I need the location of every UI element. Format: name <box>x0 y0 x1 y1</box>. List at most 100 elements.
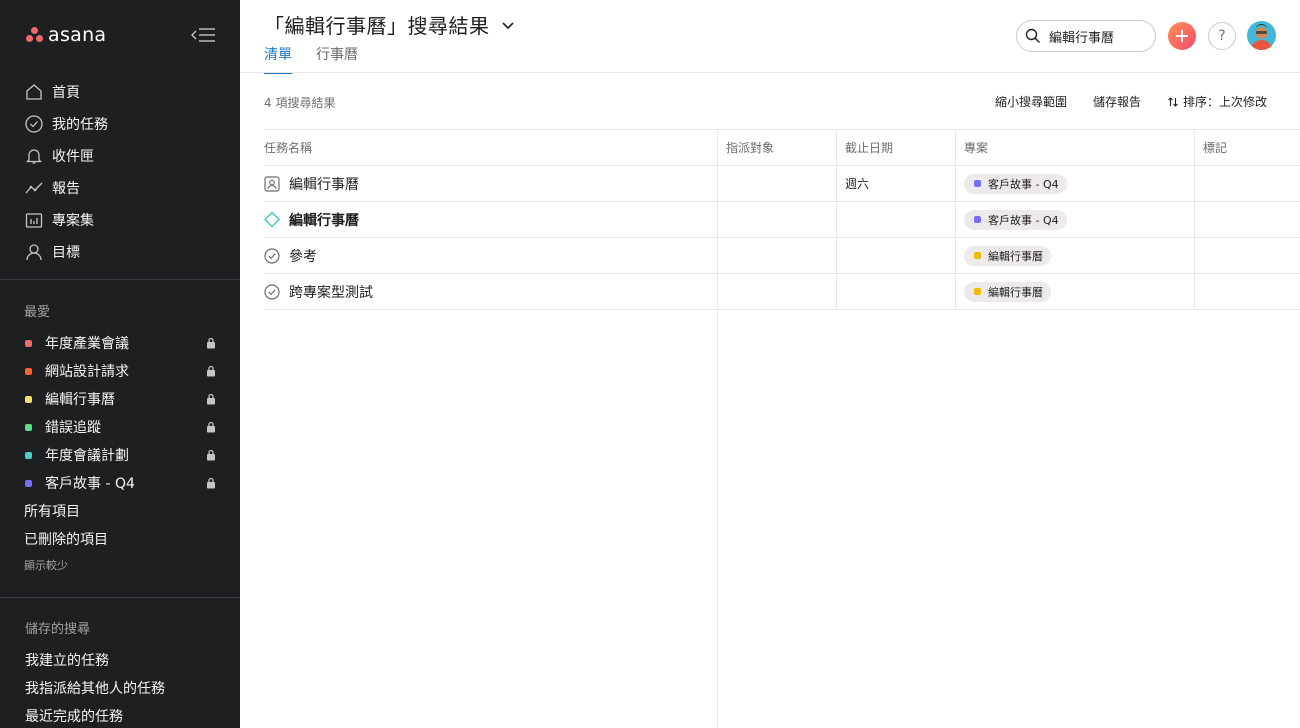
approval-icon[interactable] <box>264 175 280 192</box>
trend-line-icon <box>24 178 44 198</box>
sidebar-item-reports[interactable]: 報告 <box>24 172 108 204</box>
project-color-dot <box>25 367 32 375</box>
sort-label: 排序：上次修改 <box>1182 95 1267 109</box>
sidebar-item-label: 專案集 <box>52 213 94 229</box>
person-icon <box>24 242 44 262</box>
asana-logo[interactable]: asana <box>26 24 106 46</box>
save-report-button[interactable]: 儲存報告 <box>1093 93 1141 110</box>
assignee-cell[interactable] <box>718 274 837 309</box>
tags-cell[interactable] <box>1195 274 1300 309</box>
column-header-assignee[interactable]: 指派對象 <box>718 130 837 165</box>
project-pill-label: 編輯行事曆 <box>988 249 1043 263</box>
quick-add-button[interactable] <box>1168 22 1196 50</box>
sidebar-item-label: 收件匣 <box>52 149 94 165</box>
tags-cell[interactable] <box>1195 238 1300 273</box>
favorite-label: 網站設計請求 <box>45 364 129 380</box>
help-button[interactable]: ? <box>1208 22 1236 50</box>
sidebar-item-home[interactable]: 首頁 <box>24 76 108 108</box>
show-less-link[interactable]: 顯示較少 <box>24 557 216 573</box>
check-circle-icon[interactable] <box>264 247 280 264</box>
project-pill[interactable]: 編輯行事曆 <box>964 281 1051 302</box>
task-name: 編輯行事曆 <box>289 212 359 229</box>
due-date-cell[interactable] <box>837 238 956 273</box>
favorite-item[interactable]: 年度會議計劃 <box>24 441 216 469</box>
collapse-sidebar-icon[interactable] <box>190 26 216 44</box>
due-date-cell[interactable] <box>837 202 956 237</box>
assignee-cell[interactable] <box>718 238 837 273</box>
task-name-cell[interactable]: 編輯行事曆 <box>264 202 718 237</box>
saved-searches-list: 我建立的任務 我指派給其他人的任務 最近完成的任務 <box>25 646 165 728</box>
sidebar-item-goals[interactable]: 目標 <box>24 236 108 268</box>
project-cell[interactable]: 編輯行事曆 <box>956 238 1195 273</box>
assignee-cell[interactable] <box>718 166 837 201</box>
logo-text: asana <box>48 24 107 46</box>
tab-calendar[interactable]: 行事曆 <box>316 44 358 74</box>
tags-cell[interactable] <box>1195 166 1300 201</box>
favorite-item[interactable]: 編輯行事曆 <box>24 385 216 413</box>
project-pill[interactable]: 客戶故事 - Q4 <box>964 209 1067 230</box>
project-color-dot <box>974 252 981 259</box>
task-name-cell[interactable]: 參考 <box>264 238 718 273</box>
task-name-cell[interactable]: 跨專案型測試 <box>264 274 718 309</box>
plus-icon <box>1176 30 1188 42</box>
project-color-dot <box>25 423 32 431</box>
project-color-dot <box>974 216 981 223</box>
results-toolbar: 縮小搜尋範圍 儲存報告 排序：上次修改 <box>969 93 1267 110</box>
main-content: 「編輯行事曆」搜尋結果 清單 行事曆 ? 4 項搜尋結果 縮小搜尋範圍 儲存報告… <box>240 0 1300 728</box>
sidebar-item-label: 首頁 <box>52 85 80 101</box>
table-row[interactable]: 編輯行事曆 客戶故事 - Q4 <box>264 202 1300 238</box>
tags-cell[interactable] <box>1195 202 1300 237</box>
favorite-item[interactable]: 網站設計請求 <box>24 357 216 385</box>
table-row[interactable]: 編輯行事曆 週六 客戶故事 - Q4 <box>264 166 1300 202</box>
check-circle-icon[interactable] <box>264 283 280 300</box>
project-cell[interactable]: 客戶故事 - Q4 <box>956 166 1195 201</box>
task-name: 跨專案型測試 <box>289 284 373 301</box>
search-icon <box>1025 28 1040 43</box>
milestone-diamond-icon[interactable] <box>264 211 280 228</box>
favorite-item[interactable]: 年度產業會議 <box>24 329 216 357</box>
saved-search-item[interactable]: 最近完成的任務 <box>25 702 165 728</box>
refine-search-button[interactable]: 縮小搜尋範圍 <box>995 93 1067 110</box>
due-date-cell[interactable] <box>837 274 956 309</box>
column-divider <box>717 311 718 728</box>
saved-search-item[interactable]: 我指派給其他人的任務 <box>25 674 165 702</box>
sidebar-item-all-projects[interactable]: 所有項目 <box>24 497 216 525</box>
avatar[interactable] <box>1247 21 1276 50</box>
column-header-task-name[interactable]: 任務名稱 <box>264 130 718 165</box>
assignee-cell[interactable] <box>718 202 837 237</box>
sidebar-item-inbox[interactable]: 收件匣 <box>24 140 108 172</box>
column-header-project[interactable]: 專案 <box>956 130 1195 165</box>
task-name-cell[interactable]: 編輯行事曆 <box>264 166 718 201</box>
favorite-item[interactable]: 客戶故事 - Q4 <box>24 469 216 497</box>
table-header-row: 任務名稱 指派對象 截止日期 專案 標記 <box>264 129 1300 166</box>
chevron-down-icon[interactable] <box>500 17 516 33</box>
table-row[interactable]: 參考 編輯行事曆 <box>264 238 1300 274</box>
results-table: 任務名稱 指派對象 截止日期 專案 標記 編輯行事曆 週六 客戶故事 - Q4 … <box>264 129 1300 310</box>
sidebar-item-deleted-items[interactable]: 已刪除的項目 <box>24 525 216 553</box>
search-field[interactable] <box>1016 20 1156 52</box>
due-date-cell[interactable]: 週六 <box>837 166 956 201</box>
sidebar-nav: 首頁 我的任務 收件匣 報告 專案集 目標 <box>24 76 108 268</box>
column-header-tags[interactable]: 標記 <box>1195 130 1300 165</box>
project-pill-label: 編輯行事曆 <box>988 285 1043 299</box>
project-pill[interactable]: 客戶故事 - Q4 <box>964 173 1067 194</box>
project-color-dot <box>974 288 981 295</box>
result-count: 4 項搜尋結果 <box>264 96 336 110</box>
favorite-label: 錯誤追蹤 <box>45 420 101 436</box>
project-pill[interactable]: 編輯行事曆 <box>964 245 1051 266</box>
tab-list[interactable]: 清單 <box>264 44 292 74</box>
project-cell[interactable]: 編輯行事曆 <box>956 274 1195 309</box>
table-row[interactable]: 跨專案型測試 編輯行事曆 <box>264 274 1300 310</box>
favorite-item[interactable]: 錯誤追蹤 <box>24 413 216 441</box>
sidebar-item-my-tasks[interactable]: 我的任務 <box>24 108 108 140</box>
sort-button[interactable]: 排序：上次修改 <box>1167 93 1267 110</box>
favorite-label: 年度產業會議 <box>45 336 129 352</box>
bell-icon <box>24 146 44 166</box>
search-input[interactable] <box>1049 28 1149 44</box>
lock-icon <box>207 477 215 489</box>
column-header-due-date[interactable]: 截止日期 <box>837 130 956 165</box>
sidebar-item-portfolios[interactable]: 專案集 <box>24 204 108 236</box>
sidebar: asana 首頁 我的任務 收件匣 報告 專案集 目標 最愛 年度產業會議 網站… <box>0 0 240 728</box>
project-cell[interactable]: 客戶故事 - Q4 <box>956 202 1195 237</box>
saved-search-item[interactable]: 我建立的任務 <box>25 646 165 674</box>
